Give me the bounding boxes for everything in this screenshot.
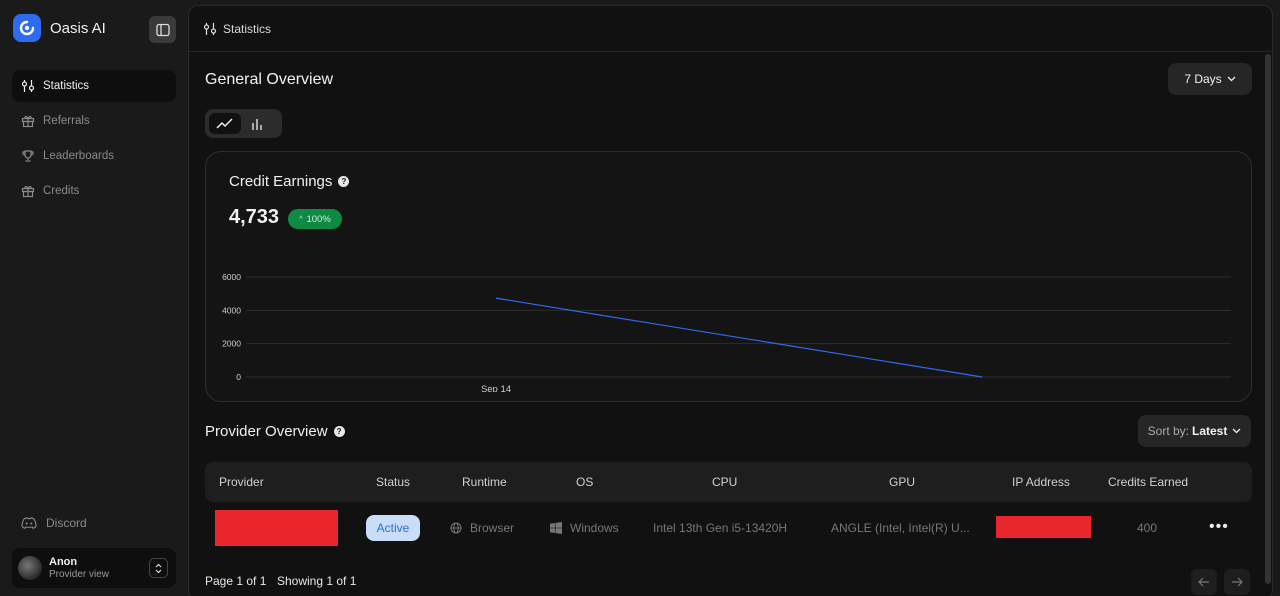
discord-label: Discord: [46, 516, 87, 530]
credit-earnings-card: Credit Earnings ? 4,733 ^ 100% 0 2000 4000…: [205, 151, 1252, 402]
help-icon[interactable]: ?: [338, 176, 350, 187]
trophy-icon: [22, 150, 34, 162]
provider-overview-label: Provider Overview: [205, 423, 328, 440]
sidebar-item-statistics[interactable]: Statistics: [12, 70, 176, 102]
change-badge: ^ 100%: [288, 209, 342, 229]
bar-chart-icon: [252, 118, 262, 130]
credit-earnings-value: 4,733: [229, 206, 280, 228]
user-info: Anon Provider view: [49, 556, 109, 580]
discord-link[interactable]: Discord: [21, 516, 87, 530]
chevron-up-down-icon: [155, 563, 162, 573]
discord-icon: [21, 517, 37, 529]
help-icon[interactable]: ?: [333, 426, 345, 437]
sidebar-item-credits[interactable]: Credits: [12, 175, 176, 207]
y-tick-label: 0: [236, 372, 241, 382]
page-title: General Overview: [205, 71, 334, 88]
status-badge: Active: [366, 515, 420, 541]
redacted-provider: [215, 510, 338, 546]
gift-icon: [21, 115, 35, 128]
column-header-credits-earned[interactable]: Credits Earned: [1108, 475, 1188, 489]
user-role: Provider view: [49, 569, 110, 580]
sidebar-panel-icon: [155, 23, 170, 36]
chart-type-toggle: [205, 109, 282, 138]
credit-earnings-title: Credit Earnings ?: [229, 173, 350, 190]
sidebar-item-label: Leaderboards: [43, 150, 114, 162]
change-badge-label: 100%: [306, 213, 331, 225]
table-row[interactable]: Active Browser Windows Intel 13th Gen i5…: [205, 506, 1252, 550]
statistics-icon: [21, 80, 35, 92]
column-header-ip-address[interactable]: IP Address: [1012, 475, 1070, 489]
showing-indicator: Showing 1 of 1: [277, 574, 357, 588]
breadcrumb: Statistics: [189, 6, 1272, 52]
os-value: Windows: [570, 521, 619, 535]
arrow-right-icon: [1232, 577, 1243, 587]
gift-icon: [21, 185, 35, 198]
column-header-cpu[interactable]: CPU: [712, 475, 737, 489]
table-header: Provider Status Runtime OS CPU GPU IP Ad…: [205, 462, 1252, 502]
sidebar-item-label: Referrals: [43, 115, 90, 127]
cpu-cell: Intel 13th Gen i5-13420H: [653, 521, 788, 535]
line-chart-toggle[interactable]: [209, 113, 241, 134]
redacted-ip-address: [996, 516, 1091, 538]
user-switch-button[interactable]: [149, 558, 168, 578]
chevron-down-icon: [1232, 428, 1241, 434]
range-select-value: 7 Days: [1184, 72, 1222, 86]
more-options-icon[interactable]: •••: [1209, 518, 1229, 536]
sidebar-item-leaderboards[interactable]: Leaderboards: [12, 140, 176, 172]
y-tick-label: 4000: [222, 305, 241, 315]
line-chart-icon: [216, 117, 233, 129]
x-tick-label: Sep 14: [481, 384, 511, 392]
scrollbar[interactable]: [1265, 54, 1271, 584]
arrow-left-icon: [1198, 577, 1209, 587]
y-tick-label: 2000: [222, 339, 241, 349]
next-page-button[interactable]: [1224, 569, 1250, 595]
brand[interactable]: Oasis AI: [13, 14, 106, 42]
sidebar: Oasis AI Statistics Referrals Leaderboar…: [0, 0, 188, 596]
sidebar-item-referrals[interactable]: Referrals: [12, 105, 176, 137]
sort-label: Sort by:: [1147, 424, 1189, 438]
chevron-down-icon: [1227, 76, 1236, 82]
globe-icon: [450, 522, 462, 534]
app-root: Oasis AI Statistics Referrals Leaderboar…: [0, 0, 1280, 596]
sidebar-nav: Statistics Referrals Leaderboards Credit…: [12, 70, 176, 210]
column-header-status[interactable]: Status: [376, 475, 410, 489]
runtime-cell: Browser: [450, 521, 514, 535]
avatar: [18, 556, 42, 580]
credit-earnings-label: Credit Earnings: [229, 173, 333, 190]
runtime-value: Browser: [470, 521, 515, 535]
column-header-runtime[interactable]: Runtime: [462, 475, 507, 489]
sidebar-item-label: Statistics: [43, 80, 90, 92]
provider-overview-title: Provider Overview ?: [205, 423, 345, 440]
sort-select[interactable]: Sort by: Latest: [1138, 415, 1251, 447]
page-indicator: Page 1 of 1: [205, 574, 267, 588]
previous-page-button[interactable]: [1191, 569, 1217, 595]
y-tick-label: 6000: [222, 272, 241, 282]
user-name: Anon: [49, 556, 78, 568]
statistics-icon: [203, 22, 217, 35]
breadcrumb-label: Statistics: [223, 21, 272, 36]
sidebar-item-label: Credits: [43, 185, 80, 197]
column-header-gpu[interactable]: GPU: [889, 475, 915, 489]
sort-value: Latest: [1192, 424, 1228, 438]
gpu-cell: ANGLE (Intel, Intel(R) U...: [831, 521, 970, 535]
brand-name: Oasis AI: [50, 19, 106, 37]
windows-icon: [550, 522, 562, 534]
main-panel: Statistics General Overview 7 Days Credi…: [188, 5, 1273, 596]
oasis-logo-icon: [13, 14, 41, 42]
os-cell: Windows: [550, 521, 619, 535]
column-header-provider[interactable]: Provider: [219, 475, 264, 489]
credits-cell: 400: [1137, 521, 1158, 535]
range-select[interactable]: 7 Days: [1168, 63, 1252, 95]
sidebar-toggle-button[interactable]: [149, 16, 176, 43]
column-header-os[interactable]: OS: [576, 475, 593, 489]
arrow-up-icon: ^: [299, 215, 303, 223]
bar-chart-toggle[interactable]: [241, 113, 273, 134]
user-card[interactable]: Anon Provider view: [12, 548, 176, 588]
credit-earnings-chart: 0 2000 4000 6000 Sep 14: [222, 272, 1231, 392]
